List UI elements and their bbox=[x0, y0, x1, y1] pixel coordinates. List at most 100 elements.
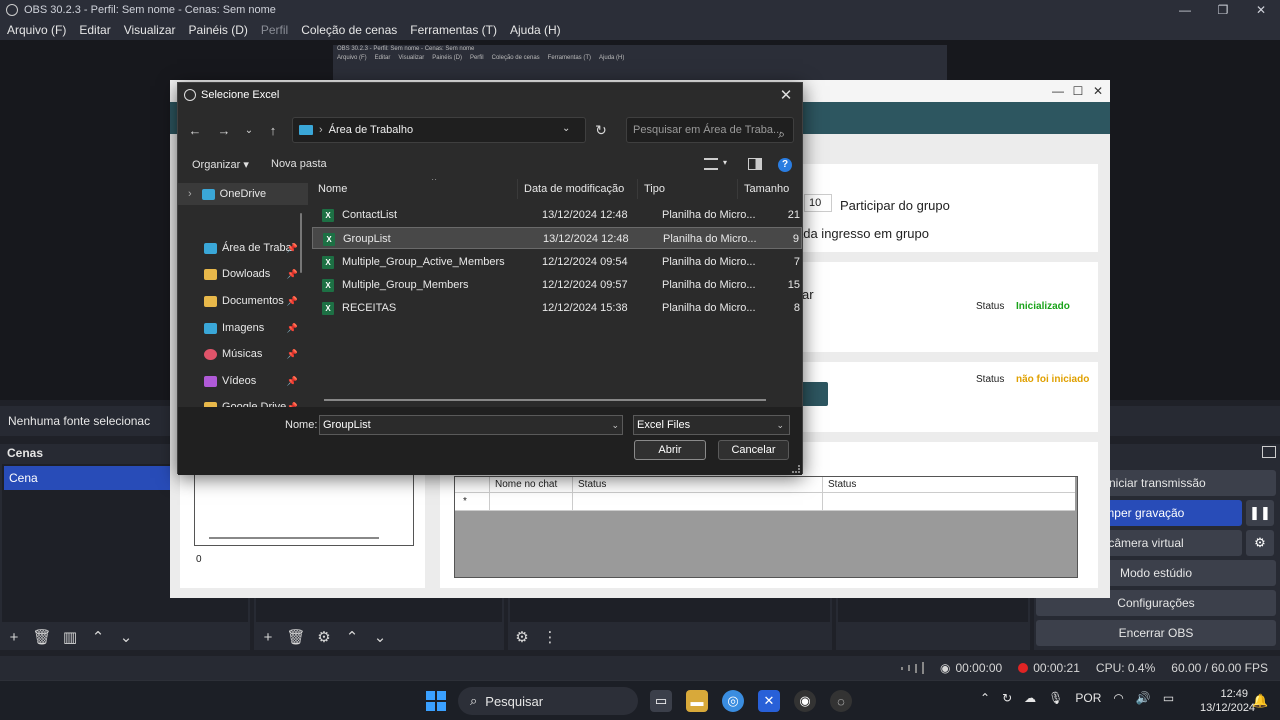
battery-icon[interactable]: ▭ bbox=[1163, 691, 1174, 705]
trash-icon[interactable]: 🗑 bbox=[32, 627, 52, 647]
task-view-icon[interactable]: ▭ bbox=[650, 690, 672, 712]
exit-button[interactable]: Encerrar OBS bbox=[1036, 620, 1276, 646]
close-icon[interactable]: ✕ bbox=[1088, 82, 1108, 100]
windows-start-icon[interactable] bbox=[426, 691, 446, 711]
pause-icon[interactable]: ❚❚ bbox=[1246, 500, 1274, 526]
cloud-icon[interactable]: ☁ bbox=[1024, 691, 1036, 705]
help-icon[interactable]: ? bbox=[778, 158, 792, 172]
visual-studio-icon[interactable]: ✕ bbox=[758, 690, 780, 712]
nav-item[interactable]: › OneDrive bbox=[178, 183, 308, 205]
column-size[interactable]: Tamanho bbox=[738, 179, 802, 199]
nav-item[interactable]: Vídeos 📌 bbox=[178, 370, 308, 392]
menu-view[interactable]: Visualizar bbox=[124, 23, 176, 37]
notification-bell-icon[interactable]: 🔔 bbox=[1252, 693, 1268, 709]
gear-icon[interactable]: ⚙ bbox=[314, 627, 334, 647]
view-chevron-icon[interactable]: ▾ bbox=[723, 158, 727, 167]
search-input[interactable]: Pesquisar em Área de Traba... ⌕ bbox=[626, 117, 794, 143]
gear-icon[interactable]: ⚙ bbox=[1246, 530, 1274, 556]
up-icon[interactable]: ↑ bbox=[264, 121, 282, 139]
file-type-select[interactable]: Excel Files ⌄ bbox=[633, 415, 790, 435]
scene-item[interactable]: Cena bbox=[4, 466, 170, 490]
minimize-icon[interactable]: — bbox=[1166, 0, 1204, 20]
filename-input[interactable]: GroupList ⌄ bbox=[319, 415, 623, 435]
cancel-button[interactable]: Cancelar bbox=[718, 440, 789, 460]
restore-icon[interactable]: ❐ bbox=[1204, 0, 1242, 20]
menu-tools[interactable]: Ferramentas (T) bbox=[410, 23, 497, 37]
arrow-up-icon[interactable]: ⌃ bbox=[342, 627, 362, 647]
chevron-down-icon[interactable]: ⌄ bbox=[611, 416, 619, 434]
taskbar-clock[interactable]: 12:49 13/12/2024 bbox=[1200, 687, 1255, 715]
resize-grip-icon[interactable] bbox=[792, 465, 800, 473]
add-icon[interactable]: + bbox=[4, 627, 24, 647]
expand-chevron-icon[interactable]: › bbox=[188, 188, 192, 200]
add-icon[interactable]: + bbox=[258, 627, 278, 647]
arrow-down-icon[interactable]: ⌄ bbox=[116, 627, 136, 647]
nav-item[interactable]: Documentos 📌 bbox=[178, 290, 308, 312]
wifi-icon[interactable]: ◠ bbox=[1113, 691, 1123, 705]
new-folder-button[interactable]: Nova pasta bbox=[271, 158, 327, 170]
back-icon[interactable]: ← bbox=[186, 121, 204, 139]
maximize-icon[interactable]: ☐ bbox=[1068, 82, 1088, 100]
column-name[interactable]: Nome ^ bbox=[312, 179, 518, 199]
chrome-icon[interactable]: ◎ bbox=[722, 690, 744, 712]
file-type: Planilha do Micro... bbox=[662, 255, 756, 268]
gears-icon[interactable]: ⚙ bbox=[512, 627, 532, 647]
close-icon[interactable]: ✕ bbox=[776, 85, 796, 105]
refresh-icon[interactable]: ↻ bbox=[592, 121, 610, 139]
file-row[interactable]: X Multiple_Group_Members 12/12/2024 09:57 P… bbox=[312, 274, 802, 296]
nav-item[interactable]: Dowloads 📌 bbox=[178, 263, 308, 285]
more-icon[interactable]: ⋮ bbox=[540, 627, 560, 647]
file-row[interactable]: X Multiple_Group_Active_Members 12/12/2024… bbox=[312, 251, 802, 273]
language-indicator[interactable]: POR bbox=[1075, 691, 1101, 705]
row-marker: * bbox=[463, 496, 467, 507]
nav-scrollbar[interactable] bbox=[300, 213, 302, 273]
left-list-box[interactable] bbox=[194, 474, 414, 546]
organize-button[interactable]: Organizar ▾ bbox=[192, 158, 249, 171]
close-icon[interactable]: ✕ bbox=[1242, 0, 1280, 20]
volume-icon[interactable]: 🔊 bbox=[1136, 691, 1151, 705]
obs-titlebar: OBS 30.2.3 - Perfil: Sem nome - Cenas: S… bbox=[0, 0, 1280, 20]
view-mode-icon[interactable] bbox=[704, 158, 718, 170]
join-group-label: Participar do grupo bbox=[840, 198, 950, 213]
obs-taskbar-icon[interactable]: ◉ bbox=[794, 690, 816, 712]
taskbar-search[interactable]: ⌕ Pesquisar bbox=[458, 687, 638, 715]
address-dropdown-icon[interactable]: ⌄ bbox=[562, 123, 570, 134]
menu-edit[interactable]: Editar bbox=[79, 23, 110, 37]
clock-time: 12:49 bbox=[1220, 688, 1248, 700]
microphone-icon[interactable]: 🎙 bbox=[1048, 691, 1063, 705]
menu-help[interactable]: Ajuda (H) bbox=[510, 23, 561, 37]
file-row[interactable]: X ContactList 13/12/2024 12:48 Planilha do … bbox=[312, 204, 802, 226]
file-row[interactable]: X RECEITAS 12/12/2024 15:38 Planilha do Mic… bbox=[312, 297, 802, 319]
minimize-icon[interactable]: — bbox=[1048, 82, 1068, 100]
file-row[interactable]: X GroupList 13/12/2024 12:48 Planilha do Mi… bbox=[312, 227, 802, 250]
app-taskbar-icon[interactable]: ◌ bbox=[830, 690, 852, 712]
address-bar[interactable]: › Área de Trabalho bbox=[292, 117, 586, 143]
menu-scene-collection[interactable]: Coleção de cenas bbox=[301, 23, 397, 37]
recent-chevron-icon[interactable]: ⌄ bbox=[240, 121, 258, 139]
filter-icon[interactable]: ▥ bbox=[60, 627, 80, 647]
nav-item[interactable]: Google Drive 📌 bbox=[178, 396, 308, 407]
nav-item[interactable]: Área de Trabal 📌 bbox=[178, 237, 308, 259]
horizontal-scrollbar[interactable] bbox=[324, 399, 766, 401]
open-button[interactable]: Abrir bbox=[634, 440, 706, 460]
dock-expand-icon[interactable] bbox=[1262, 446, 1276, 458]
arrow-down-icon[interactable]: ⌄ bbox=[370, 627, 390, 647]
menu-file[interactable]: Arquivo (F) bbox=[7, 23, 66, 37]
tray-chevron-up-icon[interactable]: ⌃ bbox=[980, 691, 990, 705]
arrow-up-icon[interactable]: ⌃ bbox=[88, 627, 108, 647]
preview-pane-icon[interactable] bbox=[748, 158, 762, 170]
sync-icon[interactable]: ↻ bbox=[1002, 691, 1012, 705]
column-type[interactable]: Tipo bbox=[638, 179, 738, 199]
file-explorer-icon[interactable]: ▬ bbox=[686, 690, 708, 712]
forward-icon[interactable]: → bbox=[215, 121, 233, 139]
stream-icon: ◉ bbox=[939, 661, 951, 675]
table-row[interactable]: * bbox=[455, 493, 1075, 511]
menu-profile[interactable]: Perfil bbox=[261, 23, 288, 37]
column-modified[interactable]: Data de modificação bbox=[518, 179, 638, 199]
group-number-field[interactable]: 10 bbox=[804, 194, 832, 212]
nav-item[interactable]: Imagens 📌 bbox=[178, 317, 308, 339]
menu-docks[interactable]: Painéis (D) bbox=[189, 23, 248, 37]
nav-item[interactable]: Músicas 📌 bbox=[178, 343, 308, 365]
chat-table[interactable]: Nome no chat Status Status * bbox=[454, 476, 1078, 578]
trash-icon[interactable]: 🗑 bbox=[286, 627, 306, 647]
